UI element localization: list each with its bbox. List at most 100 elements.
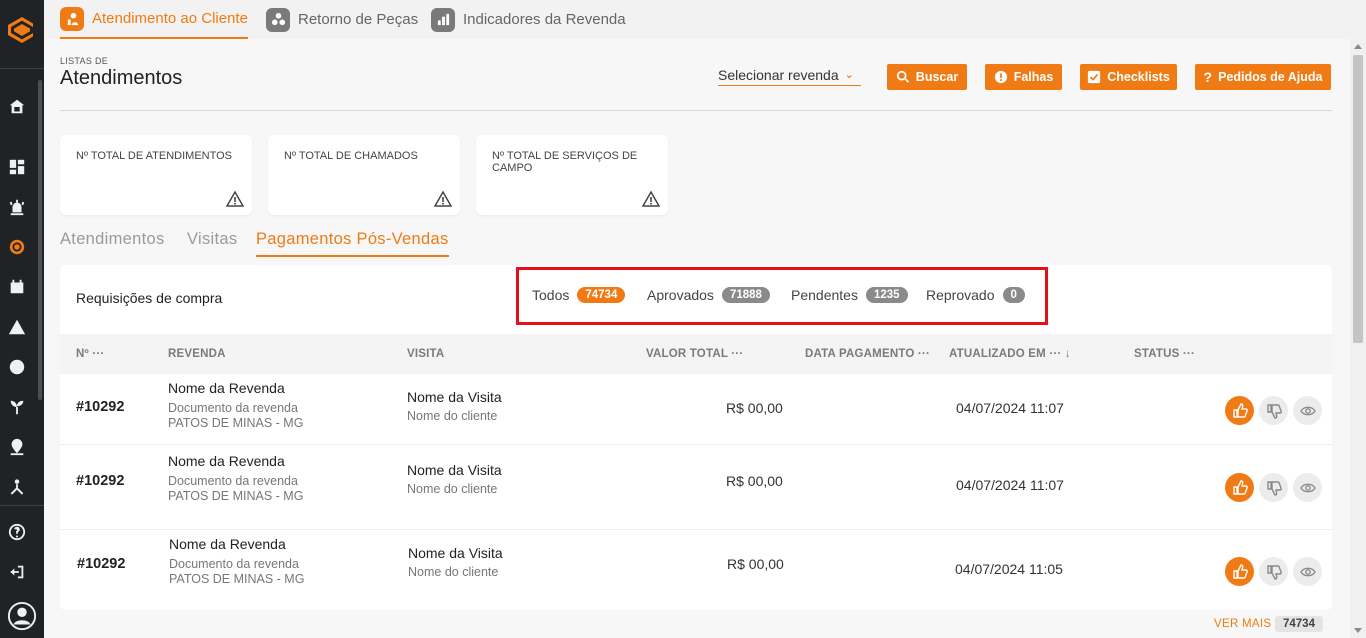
filter-pendentes[interactable]: Pendentes 1235: [791, 287, 908, 303]
tab-label: Retorno de Peças: [298, 11, 419, 28]
revenda-doc: Documento da revenda: [168, 474, 298, 488]
revenda-local: PATOS DE MINAS - MG: [169, 572, 305, 586]
row-number: #10292: [76, 399, 125, 415]
col-atualizado-em[interactable]: ATUALIZADO EM ··· ↓: [949, 348, 1071, 360]
revenda-select-label: Selecionar revenda: [718, 66, 839, 83]
bar-chart-icon: [431, 7, 455, 32]
tab-label: Atendimento ao Cliente: [92, 10, 248, 27]
sidebar-help-icon[interactable]: [7, 522, 27, 542]
thumbs-down-icon: [1266, 403, 1282, 419]
brand-logo-icon[interactable]: [6, 14, 38, 46]
filter-label: Todos: [532, 287, 570, 303]
card-total-atendimentos: Nº TOTAL DE ATENDIMENTOS: [60, 135, 252, 215]
revenda-doc: Documento da revenda: [169, 557, 299, 571]
card-label: Nº TOTAL DE CHAMADOS: [284, 150, 418, 162]
tab-indicadores-revenda[interactable]: Indicadores da Revenda: [431, 0, 626, 39]
sidebar-item-home-icon[interactable]: [7, 97, 27, 117]
sidebar-item-calendar-icon[interactable]: [7, 277, 27, 297]
row-visita: Nome da Visita Nome do cliente: [407, 389, 502, 423]
subtab-visitas[interactable]: Visitas: [187, 230, 237, 257]
sidebar-item-plant-icon[interactable]: [7, 397, 27, 417]
filter-aprovados[interactable]: Aprovados 71888: [647, 287, 770, 303]
approve-button[interactable]: [1225, 396, 1254, 425]
tab-retorno-pecas[interactable]: Retorno de Peças: [266, 0, 418, 39]
approve-button[interactable]: [1225, 557, 1254, 586]
sidebar-item-org-icon[interactable]: [7, 477, 27, 497]
revenda-doc: Documento da revenda: [168, 401, 298, 415]
falhas-button[interactable]: Falhas: [985, 64, 1062, 90]
tab-label: Indicadores da Revenda: [463, 11, 626, 28]
revenda-local: PATOS DE MINAS - MG: [168, 489, 304, 503]
view-button[interactable]: [1293, 557, 1322, 586]
filter-todos[interactable]: Todos 74734: [532, 287, 626, 303]
filter-label: Aprovados: [647, 287, 714, 303]
col-visita[interactable]: VISITA: [407, 348, 444, 360]
visita-cliente: Nome do cliente: [407, 482, 498, 496]
filter-reprovado[interactable]: Reprovado 0: [926, 287, 1025, 303]
eye-icon: [1299, 567, 1316, 576]
user-avatar-icon[interactable]: [6, 600, 38, 632]
pedidos-ajuda-label: Pedidos de Ajuda: [1218, 70, 1323, 84]
question-icon: ?: [1203, 69, 1213, 85]
view-button[interactable]: [1293, 473, 1322, 502]
sidebar-scrollbar[interactable]: [38, 80, 42, 400]
warning-icon: [226, 191, 244, 207]
filter-label: Reprovado: [926, 287, 995, 303]
revenda-select[interactable]: Selecionar revenda ⌄: [718, 64, 861, 86]
table-row[interactable]: #10292 Nome da Revenda Documento da reve…: [60, 530, 1332, 610]
header-divider: [60, 110, 1332, 111]
sidebar-item-alarm-icon[interactable]: [7, 197, 27, 217]
filter-count-badge: 0: [1002, 287, 1025, 303]
parts-icon: [266, 7, 290, 32]
row-valor: R$ 00,00: [726, 473, 783, 489]
customer-service-icon: [60, 6, 84, 31]
subtab-pagamentos-pos-vendas[interactable]: Pagamentos Pós-Vendas: [256, 230, 449, 257]
row-atualizado: 04/07/2024 11:07: [956, 400, 1064, 416]
ver-mais-link[interactable]: VER MAIS: [1214, 618, 1271, 630]
search-icon: [896, 70, 909, 83]
filter-count-badge: 74734: [577, 287, 626, 303]
visita-name: Nome da Visita: [407, 389, 502, 405]
thumbs-down-icon: [1266, 480, 1282, 496]
filter-count-badge: 71888: [721, 287, 770, 303]
page-scrollbar[interactable]: [1350, 39, 1366, 638]
panel-title: Requisições de compra: [76, 290, 223, 306]
buscar-label: Buscar: [915, 70, 959, 84]
col-revenda[interactable]: REVENDA: [168, 348, 226, 360]
row-number: #10292: [76, 473, 125, 489]
checklists-button[interactable]: Checklists: [1080, 64, 1177, 90]
sidebar-item-warning-icon[interactable]: [7, 317, 27, 337]
revenda-name: Nome da Revenda: [168, 453, 285, 469]
sidebar-item-location-icon[interactable]: [7, 437, 27, 457]
revenda-name: Nome da Revenda: [169, 536, 286, 552]
approve-button[interactable]: [1225, 473, 1254, 502]
col-valor-total[interactable]: VALOR TOTAL ···: [646, 348, 743, 360]
table-row[interactable]: #10292 Nome da Revenda Documento da reve…: [60, 374, 1332, 445]
reject-button[interactable]: [1259, 473, 1288, 502]
table-header: Nº ··· REVENDA VISITA VALOR TOTAL ··· DA…: [60, 334, 1332, 374]
revenda-name: Nome da Revenda: [168, 380, 285, 396]
sidebar-item-support-icon[interactable]: [7, 237, 27, 257]
row-atualizado: 04/07/2024 11:05: [955, 561, 1063, 577]
table-row[interactable]: #10292 Nome da Revenda Documento da reve…: [60, 445, 1332, 530]
card-total-chamados: Nº TOTAL DE CHAMADOS: [268, 135, 460, 215]
col-num[interactable]: Nº ···: [76, 348, 104, 360]
subtab-atendimentos[interactable]: Atendimentos: [60, 230, 165, 257]
card-total-servicos-campo: Nº TOTAL DE SERVIÇOS DE CAMPO: [476, 135, 668, 215]
buscar-button[interactable]: Buscar: [887, 64, 967, 90]
card-label: Nº TOTAL DE ATENDIMENTOS: [76, 150, 233, 162]
sidebar-item-dashboard-icon[interactable]: [7, 157, 27, 177]
reject-button[interactable]: [1259, 557, 1288, 586]
revenda-local: PATOS DE MINAS - MG: [168, 416, 304, 430]
visita-name: Nome da Visita: [408, 545, 503, 561]
col-status[interactable]: STATUS ···: [1134, 348, 1195, 360]
view-button[interactable]: [1293, 396, 1322, 425]
tab-atendimento-cliente[interactable]: Atendimento ao Cliente: [60, 0, 248, 39]
sidebar-logout-icon[interactable]: [7, 562, 27, 582]
chevron-down-icon: ⌄: [844, 69, 854, 81]
reject-button[interactable]: [1259, 396, 1288, 425]
requisicoes-panel: Requisições de compra Todos 74734 Aprova…: [60, 265, 1332, 610]
col-data-pagamento[interactable]: DATA PAGAMENTO ···: [805, 348, 930, 360]
sidebar-item-globe-icon[interactable]: [7, 357, 27, 377]
pedidos-ajuda-button[interactable]: ? Pedidos de Ajuda: [1195, 64, 1331, 90]
